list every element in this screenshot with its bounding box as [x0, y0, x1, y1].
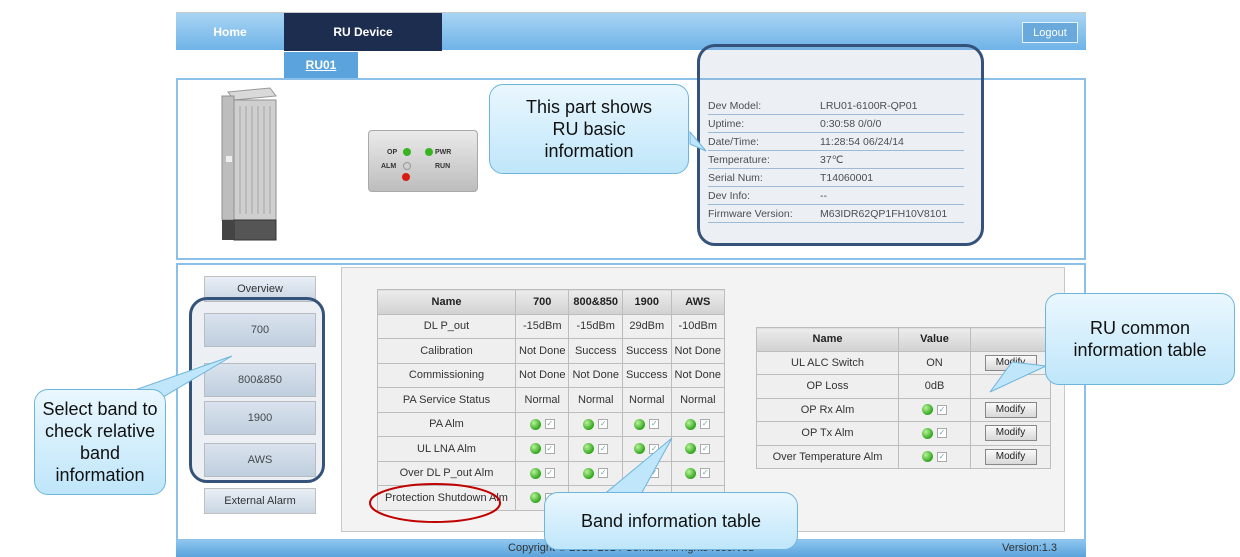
- highlight-ellipse: [369, 483, 501, 523]
- callout-tail-band-table: [600, 437, 673, 497]
- callout-select-band: Select band to check relative band infor…: [34, 389, 166, 495]
- callout-band-table-text: Band information table: [580, 511, 762, 531]
- callout-basic-info: This part shows RU basic information: [489, 84, 689, 174]
- callout-select-band-text: Select band to check relative band infor…: [42, 399, 158, 485]
- callout-common-table: RU common information table: [1045, 293, 1235, 385]
- callout-basic-info-text: This part shows RU basic information: [525, 97, 653, 161]
- callout-tail-common-table: [989, 361, 1048, 393]
- callout-band-table: Band information table: [544, 492, 798, 550]
- callout-tail-basic-info: [689, 130, 707, 152]
- callout-common-table-text: RU common information table: [1073, 318, 1207, 360]
- web-ui-screenshot: Home RU Device Logout RU01 OP PWR ALM RU…: [0, 0, 1240, 557]
